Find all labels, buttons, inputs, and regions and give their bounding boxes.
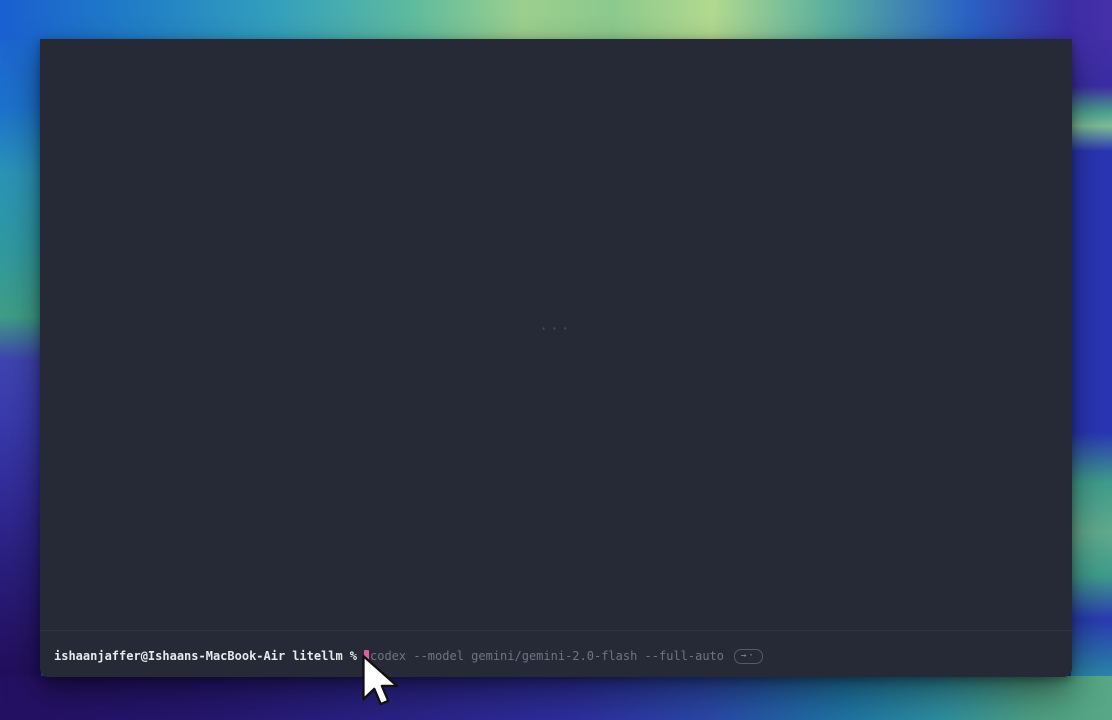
input-separator-line: [40, 630, 1072, 631]
wallpaper-bottom-band: [0, 676, 1112, 720]
wallpaper-top-band: [0, 0, 1112, 40]
prompt-directory: litellm: [292, 649, 343, 664]
autosuggest-accept-hint[interactable]: →·: [734, 649, 763, 664]
wallpaper-left-band: [0, 0, 41, 720]
loading-ellipsis: ···: [40, 322, 1072, 337]
autosuggestion-command: codex --model gemini/gemini-2.0-flash --…: [370, 649, 724, 664]
prompt-symbol: %: [350, 649, 357, 664]
desktop: { "wallpaper": { "description": "macOS a…: [0, 0, 1112, 720]
command-input-line[interactable]: ishaanjaffer@Ishaans-MacBook-Air litellm…: [54, 649, 763, 664]
mouse-pointer-icon: [362, 654, 400, 708]
terminal-window[interactable]: ··· ishaanjaffer@Ishaans-MacBook-Air lit…: [40, 39, 1072, 677]
wallpaper-right-band: [1071, 0, 1112, 720]
prompt-user-host: ishaanjaffer@Ishaans-MacBook-Air: [54, 649, 285, 664]
